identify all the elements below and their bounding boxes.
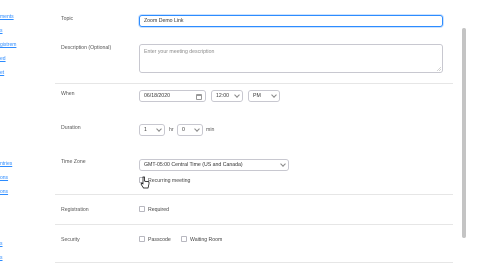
date-value: 06/18/2020	[144, 93, 170, 99]
sidebar-link-9[interactable]: s	[0, 255, 3, 261]
sidebar-link-6[interactable]: ons	[0, 175, 8, 181]
duration-minutes-select[interactable]: 0	[177, 124, 203, 136]
sidebar-link-4[interactable]: et	[0, 70, 4, 76]
sidebar-link-7[interactable]: ons	[0, 189, 8, 195]
topic-input[interactable]: Zoom Demo Link	[139, 15, 443, 27]
sidebar-link-8[interactable]: s	[0, 241, 3, 247]
description-label: Description (Optional)	[61, 45, 112, 51]
cursor-pointer-icon	[140, 176, 150, 189]
registration-label: Registration	[61, 207, 89, 213]
hr-unit: hr	[169, 127, 174, 133]
when-label: When	[61, 91, 75, 97]
resize-grip-icon[interactable]	[437, 67, 441, 71]
passcode-label[interactable]: Passcode	[148, 237, 171, 243]
page-scrollbar[interactable]	[462, 28, 466, 238]
min-unit: min	[206, 127, 215, 133]
waiting-room-label[interactable]: Waiting Room	[190, 237, 222, 243]
ampm-select[interactable]: PM	[248, 90, 280, 102]
time-select[interactable]: 12:00	[211, 90, 243, 102]
calendar-icon[interactable]	[196, 94, 202, 100]
registration-required-checkbox[interactable]	[139, 206, 145, 212]
ampm-value: PM	[253, 93, 261, 99]
divider-1	[55, 83, 453, 84]
sidebar-link-1[interactable]: s	[0, 28, 3, 34]
security-label: Security	[61, 237, 80, 243]
chevron-down-icon	[280, 161, 286, 167]
waiting-room-checkbox[interactable]	[181, 236, 187, 242]
chevron-down-icon	[271, 92, 277, 98]
divider-2	[55, 194, 453, 195]
duration-hours-value: 1	[144, 127, 147, 133]
registration-required-label[interactable]: Required	[148, 207, 169, 213]
timezone-label: Time Zone	[61, 159, 86, 165]
description-textarea[interactable]: Enter your meeting description	[139, 44, 443, 73]
duration-hours-select[interactable]: 1	[139, 124, 165, 136]
duration-label: Duration	[61, 125, 81, 131]
time-value: 12:00	[216, 93, 229, 99]
recurring-label[interactable]: Recurring meeting	[148, 178, 190, 184]
topic-value: Zoom Demo Link	[144, 18, 184, 24]
chevron-down-icon	[234, 92, 240, 98]
sidebar-link-5[interactable]: ntries	[0, 161, 12, 167]
sidebar-link-0[interactable]: ments	[0, 14, 14, 20]
topic-label: Topic	[61, 16, 74, 22]
timezone-select[interactable]: GMT-05:00 Central Time (US and Canada)	[139, 159, 289, 171]
duration-minutes-value: 0	[182, 127, 185, 133]
sidebar-link-3[interactable]: ed	[0, 56, 6, 62]
passcode-checkbox[interactable]	[139, 236, 145, 242]
chevron-down-icon	[194, 126, 200, 132]
chevron-down-icon	[156, 126, 162, 132]
sidebar-link-2[interactable]: gistrem	[0, 42, 16, 48]
divider-3	[55, 224, 453, 225]
sidebar: ments s gistrem ed et ntries ons ons s s	[0, 0, 40, 270]
description-placeholder: Enter your meeting description	[144, 49, 215, 55]
date-input[interactable]: 06/18/2020	[139, 90, 206, 102]
divider-4	[55, 262, 453, 263]
timezone-value: GMT-05:00 Central Time (US and Canada)	[144, 162, 243, 168]
